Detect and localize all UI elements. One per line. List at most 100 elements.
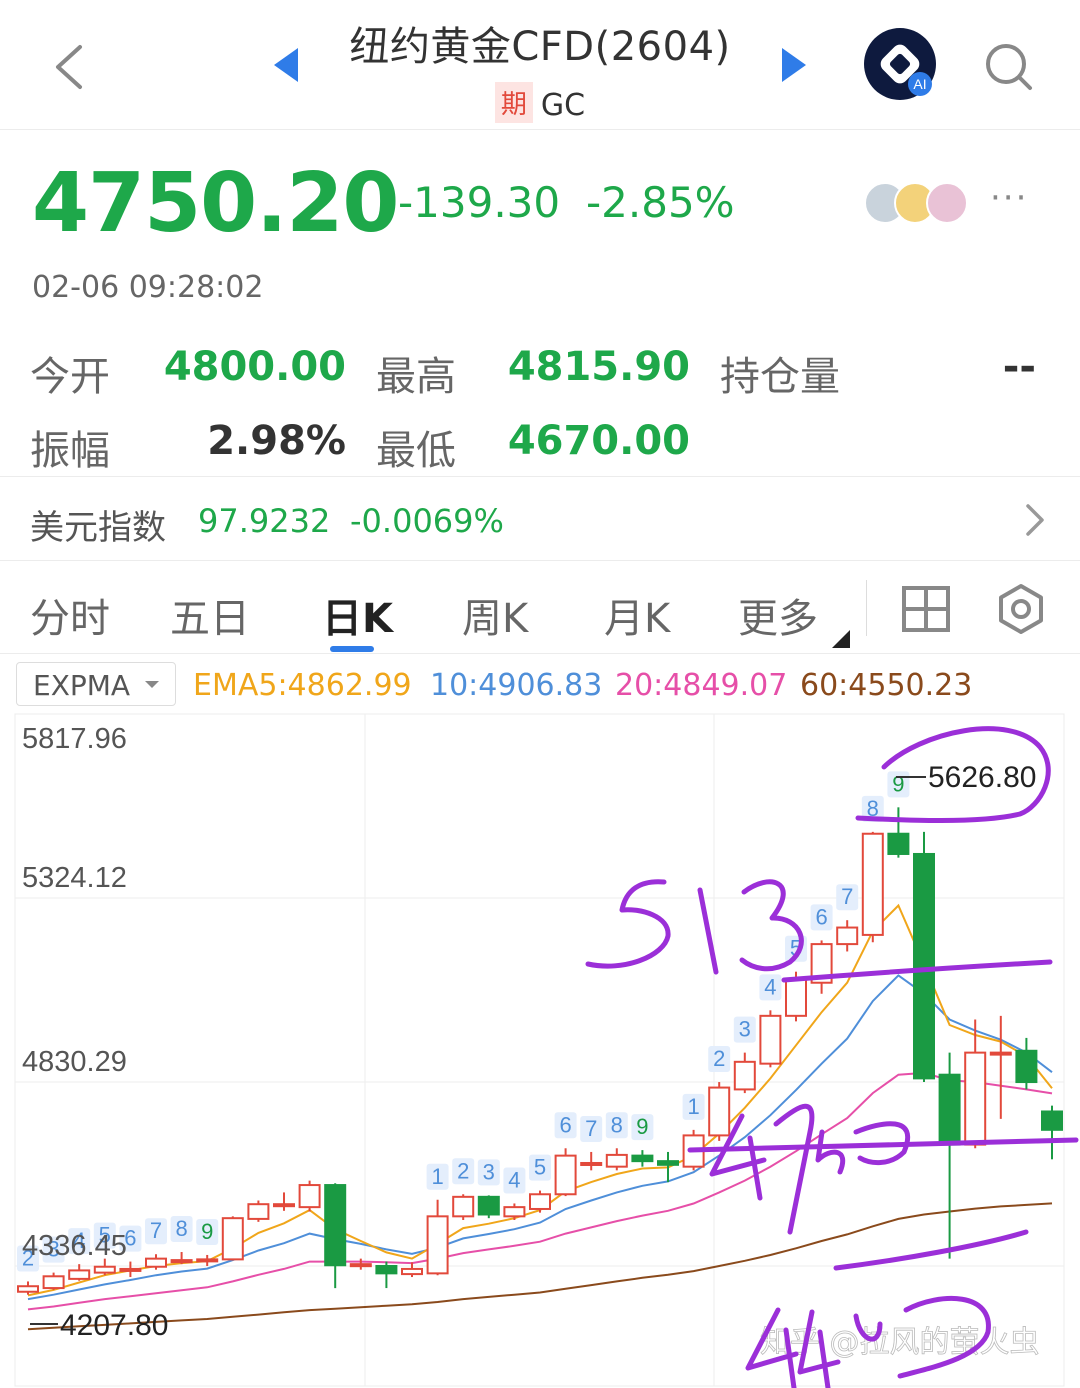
layout-grid-icon[interactable] [900,584,952,634]
open-label: 今开 [30,354,110,400]
candle-body [964,1051,987,1146]
candle-body [861,832,884,936]
more-icon[interactable]: ··· [990,178,1028,218]
y-axis-labels: 5817.96 5324.12 4830.29 4336.45 [22,723,127,1262]
instrument-title: 纽约黄金CFD(2604) [349,24,731,70]
tab-five-day[interactable]: 五日 [170,586,250,644]
instrument-code: 期 GC [300,82,780,123]
low-label: 最低 [376,428,456,474]
candle-body [529,1193,551,1210]
dropdown-corner-icon [832,630,850,648]
candle-body [17,1285,39,1293]
candle-body [42,1275,65,1290]
quote-time: 02-06 09:28:02 [32,270,264,305]
sequence-number: 1 [687,1094,699,1119]
candle-body [68,1269,91,1280]
settings-icon[interactable] [994,582,1048,636]
candle-body [759,1014,782,1065]
ai-badge-text: AI [913,76,926,92]
instrument-symbol: GC [540,88,586,123]
sequence-number: 8 [175,1216,187,1241]
open-interest-value: -- [1002,344,1036,390]
sequence-number: 6 [559,1112,571,1137]
candle-body [324,1184,347,1267]
candle-body [836,926,859,946]
candle-body [196,1258,219,1263]
period-tabs: 分时 五日 日K 周K 月K 更多 [0,562,1080,654]
price-change: -139.30 [398,178,561,227]
open-value: 4800.00 [163,344,346,390]
candle-body [708,1086,731,1137]
ema20-value: 20:4849.07 [615,668,788,703]
candle-body [426,1215,449,1275]
top-nav-bar: 纽约黄金CFD(2604) 期 GC AI [0,0,1080,130]
usd-index-value: 97.9232 [198,502,331,540]
usd-index-change: -0.0069% [350,502,504,540]
sequence-number: 7 [841,884,853,909]
search-icon[interactable] [980,38,1036,94]
candle-body [1041,1110,1063,1131]
candle-body [452,1195,475,1218]
candle-body [913,852,935,1080]
annotation-digit-0 [815,1129,845,1175]
candle-body [887,832,910,855]
amplitude-value: 2.98% [207,418,346,464]
handwritten-annotations [585,726,1079,1388]
tab-more[interactable]: 更多 [738,586,818,644]
chevron-right-icon [1026,504,1044,536]
annotation-line-4670 [687,1137,1079,1153]
indicator-name: EXPMA [33,669,131,702]
chart-grid [14,713,1065,1387]
futures-tag: 期 [494,82,533,123]
active-tab-indicator [330,646,374,652]
tab-daily-k[interactable]: 日K [322,586,393,644]
y-tick-label: 4336.45 [22,1230,127,1262]
discussion-avatars[interactable] [864,182,984,226]
candle-body [477,1195,500,1216]
chevron-down-icon [145,681,159,688]
sequence-number: 9 [892,771,904,796]
candle-body [349,1263,372,1268]
candle-body [221,1217,244,1261]
chart-frame [14,713,1065,1387]
candle-body [145,1257,167,1268]
candle-body [119,1267,142,1272]
sequence-number: 2 [713,1046,725,1071]
max-price-label: 5626.80 [928,761,1036,794]
ai-assistant-button[interactable]: AI [864,28,936,100]
divider [866,580,867,636]
ema10-value: 10:4906.83 [430,668,603,703]
y-tick-label: 4830.29 [22,1046,127,1078]
candle-body [989,1051,1012,1056]
annotation-digit-5 [585,879,671,969]
sequence-number: 3 [739,1017,751,1042]
annotation-digit-7 [773,1103,815,1235]
indicator-select[interactable]: EXPMA [16,662,176,706]
amplitude-label: 振幅 [30,428,110,474]
tab-weekly-k[interactable]: 周K [462,586,528,644]
candle-body [938,1073,961,1146]
sequence-number: 9 [201,1219,213,1244]
ema5-value: EMA5:4862.99 [193,668,412,703]
back-icon[interactable] [50,42,90,92]
low-value: 4670.00 [507,418,690,464]
candlestick-chart[interactable]: 2 3 4 5 6 7 8 91 2 3 456 7 8 9123456789 5817.96 5324.… [0,712,1080,1388]
sequence-number: 5 [534,1155,546,1180]
avatar [926,182,968,224]
prev-contract-icon[interactable] [274,48,298,82]
ema60-value: 60:4550.23 [800,668,973,703]
y-tick-label: 5817.96 [22,723,127,755]
candle-body [298,1184,321,1209]
tab-monthly-k[interactable]: 月K [604,586,670,644]
annotation-line-4402 [833,1229,1029,1271]
candle-body [605,1153,628,1168]
sequence-number: 8 [611,1112,623,1137]
y-tick-label: 5324.12 [22,862,127,894]
tab-intraday[interactable]: 分时 [30,586,110,644]
sequence-number: 6 [815,904,827,929]
ema10-line [27,974,1053,1301]
last-price: 4750.20 [32,156,399,251]
sequence-number: 1 [431,1164,443,1189]
candle-body [554,1154,577,1196]
next-contract-icon[interactable] [782,48,806,82]
